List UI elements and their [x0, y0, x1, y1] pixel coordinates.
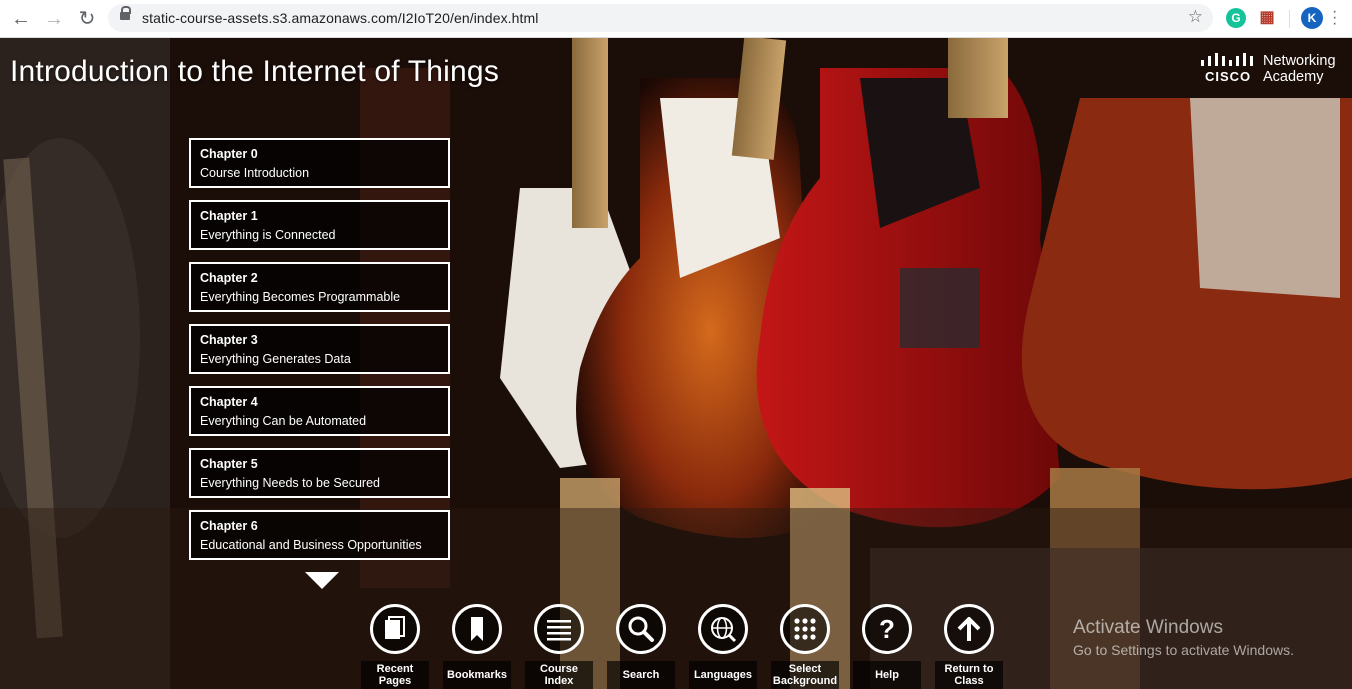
chapter-0-card[interactable]: Chapter 0 Course Introduction [189, 138, 450, 188]
cisco-wordmark: CISCO [1205, 69, 1252, 84]
select-background-button[interactable]: Select Background [771, 604, 843, 689]
list-icon [534, 604, 584, 654]
search-icon [616, 604, 666, 654]
chapter-title: Everything is Connected [200, 228, 336, 242]
profile-avatar[interactable]: K [1301, 7, 1323, 29]
chapter-title: Everything Generates Data [200, 352, 351, 366]
tool-label: Select Background [771, 661, 839, 689]
tool-label: Recent Pages [361, 661, 429, 689]
grammarly-extension-icon[interactable]: G [1226, 8, 1246, 28]
chapter-number: Chapter 5 [200, 457, 258, 471]
chapter-1-card[interactable]: Chapter 1 Everything is Connected [189, 200, 450, 250]
bookmark-icon [452, 604, 502, 654]
chapter-number: Chapter 1 [200, 209, 258, 223]
tool-label: Bookmarks [443, 661, 511, 689]
chapter-2-card[interactable]: Chapter 2 Everything Becomes Programmabl… [189, 262, 450, 312]
url-text[interactable]: static-course-assets.s3.amazonaws.com/I2… [142, 10, 539, 26]
scroll-down-arrow-icon[interactable] [305, 572, 339, 589]
back-arrow-icon[interactable]: ← [10, 8, 32, 30]
globe-icon [698, 604, 748, 654]
course-home-page: Introduction to the Internet of Things C… [0, 38, 1352, 689]
chapter-title: Everything Can be Automated [200, 414, 367, 428]
bookmark-star-icon[interactable]: ☆ [1188, 7, 1203, 27]
pdf-extension-icon[interactable]: ▦ [1257, 8, 1277, 28]
chapter-title: Educational and Business Opportunities [200, 538, 422, 552]
help-button[interactable]: ? Help [853, 604, 925, 689]
chapter-title: Course Introduction [200, 166, 310, 180]
address-bar[interactable]: static-course-assets.s3.amazonaws.com/I2… [108, 4, 1213, 32]
browser-menu-icon[interactable]: · · · [1332, 4, 1337, 32]
tool-label: Return to Class [935, 661, 1003, 689]
forward-arrow-icon[interactable]: → [43, 8, 65, 30]
chapter-title: Everything Needs to be Secured [200, 476, 380, 490]
arrow-up-icon [944, 604, 994, 654]
chapter-number: Chapter 3 [200, 333, 258, 347]
bookmarks-button[interactable]: Bookmarks [443, 604, 515, 689]
recent-pages-icon [370, 604, 420, 654]
chapter-3-card[interactable]: Chapter 3 Everything Generates Data [189, 324, 450, 374]
watermark-line-2: Go to Settings to activate Windows. [1073, 642, 1294, 658]
course-title: Introduction to the Internet of Things [10, 55, 500, 88]
svg-text:?: ? [879, 614, 895, 644]
tool-label: Course Index [525, 661, 593, 689]
chapter-5-card[interactable]: Chapter 5 Everything Needs to be Secured [189, 448, 450, 498]
chapter-number: Chapter 4 [200, 395, 258, 409]
cisco-bars-icon [1201, 53, 1253, 66]
brand-line-1: Networking [1263, 53, 1336, 69]
activate-windows-watermark: Activate Windows Go to Settings to activ… [1073, 617, 1294, 658]
recent-pages-button[interactable]: Recent Pages [361, 604, 433, 689]
chapter-number: Chapter 0 [200, 147, 258, 161]
tool-label: Languages [689, 661, 757, 689]
search-button[interactable]: Search [607, 604, 679, 689]
lock-icon [120, 6, 131, 20]
grid-dots-icon [780, 604, 830, 654]
course-index-button[interactable]: Course Index [525, 604, 597, 689]
help-icon: ? [862, 604, 912, 654]
chapter-number: Chapter 2 [200, 271, 258, 285]
chapter-title: Everything Becomes Programmable [200, 290, 401, 304]
languages-button[interactable]: Languages [689, 604, 761, 689]
toolbar-divider [1289, 10, 1290, 28]
brand-line-2: Academy [1263, 69, 1324, 85]
return-to-class-button[interactable]: Return to Class [935, 604, 1007, 689]
cisco-networking-academy-logo[interactable]: CISCO Networking Academy [1200, 52, 1345, 88]
tool-label: Search [607, 661, 675, 689]
browser-toolbar: ← → ↻ static-course-assets.s3.amazonaws.… [0, 0, 1352, 38]
chapter-number: Chapter 6 [200, 519, 258, 533]
tool-label: Help [853, 661, 921, 689]
chapter-4-card[interactable]: Chapter 4 Everything Can be Automated [189, 386, 450, 436]
reload-icon[interactable]: ↻ [76, 8, 98, 30]
chapter-6-card[interactable]: Chapter 6 Educational and Business Oppor… [189, 510, 450, 560]
watermark-line-1: Activate Windows [1073, 617, 1223, 638]
